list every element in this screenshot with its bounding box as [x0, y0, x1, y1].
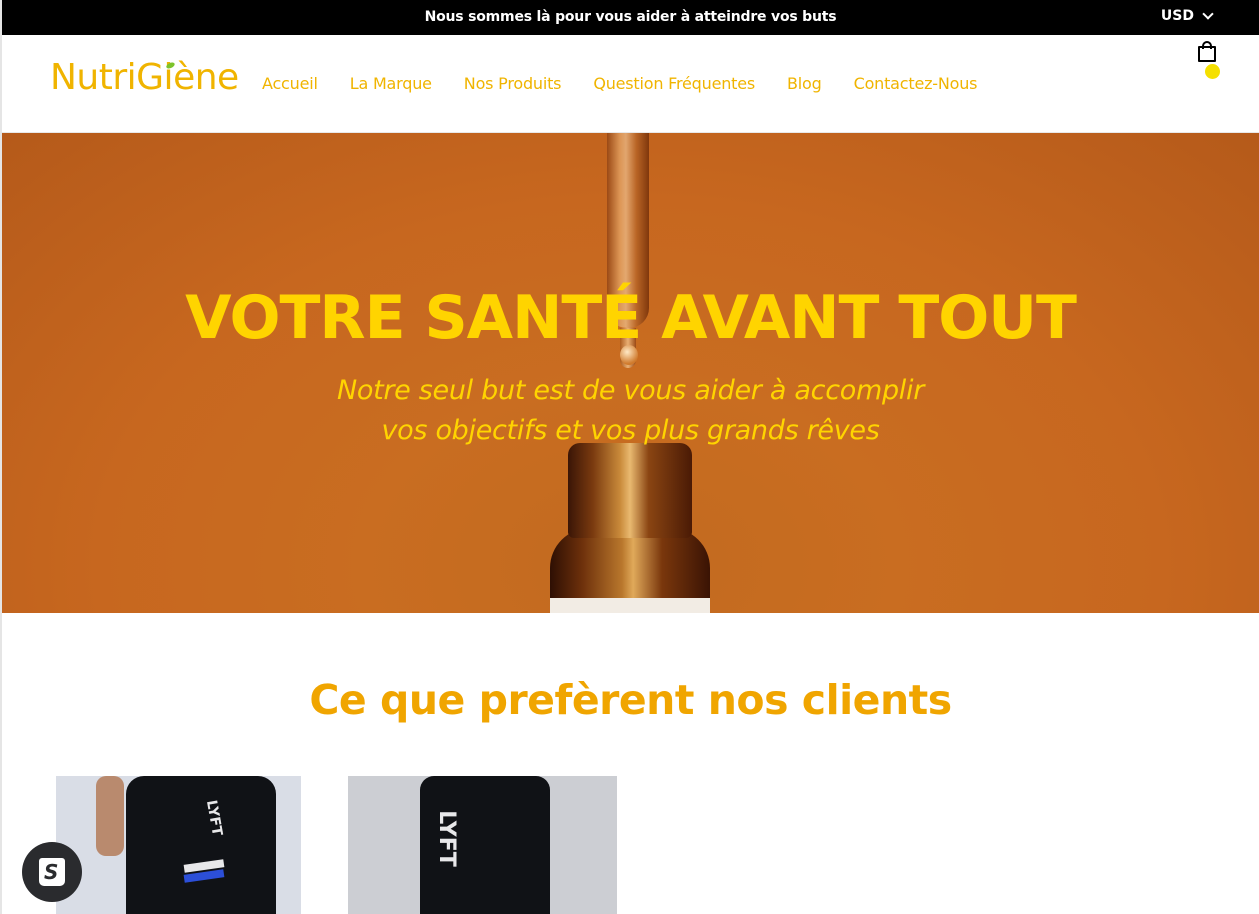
- chevron-down-icon: [1202, 8, 1214, 20]
- site-header: NutriGiène Accueil La Marque Nos Produit…: [2, 35, 1259, 133]
- shopify-badge[interactable]: S: [22, 842, 82, 902]
- currency-selector[interactable]: USD: [1160, 8, 1214, 24]
- product-card-1[interactable]: LYFT: [56, 776, 301, 914]
- nav-item-la-marque[interactable]: La Marque: [350, 74, 432, 93]
- nav-item-blog[interactable]: Blog: [787, 74, 822, 93]
- bottle-label-image: [550, 598, 710, 613]
- brand-logo-text: NutriGiène: [50, 57, 239, 98]
- hero-title: VOTRE SANTÉ AVANT TOUT: [185, 283, 1077, 353]
- product-2-brand-print: LYFT: [433, 810, 459, 867]
- nav-item-contactez-nous[interactable]: Contactez-Nous: [854, 74, 978, 93]
- nav-item-question-frequentes[interactable]: Question Fréquentes: [593, 74, 755, 93]
- bottle-neck-image: [568, 443, 692, 538]
- cart-bag: [1198, 46, 1216, 62]
- cart-count-badge: 1: [1205, 64, 1220, 79]
- hero-subtitle-line-1: Notre seul but est de vous aider à accom…: [336, 375, 925, 406]
- hero-banner: VOTRE SANTÉ AVANT TOUT Notre seul but es…: [2, 133, 1259, 613]
- brand-logo[interactable]: NutriGiène: [50, 57, 239, 98]
- main-nav: Accueil La Marque Nos Produits Question …: [262, 74, 977, 93]
- currency-label: USD: [1160, 8, 1194, 24]
- announcement-bar: Nous sommes là pour vous aider à atteind…: [2, 0, 1259, 35]
- announcement-text: Nous sommes là pour vous aider à atteind…: [424, 9, 837, 25]
- shopify-s-icon: S: [44, 860, 59, 884]
- hero-subtitle-line-2: vos objectifs et vos plus grands rêves: [381, 415, 880, 446]
- hero-subtitle: Notre seul but est de vous aider à accom…: [2, 371, 1259, 451]
- featured-section-title: Ce que prefèrent nos clients: [309, 676, 952, 724]
- product-card-2[interactable]: LYFT: [348, 776, 617, 914]
- pants-image: [126, 776, 276, 914]
- nav-item-nos-produits[interactable]: Nos Produits: [464, 74, 562, 93]
- cart-icon[interactable]: [1197, 40, 1217, 62]
- nav-item-accueil[interactable]: Accueil: [262, 74, 318, 93]
- arm-image: [96, 776, 124, 856]
